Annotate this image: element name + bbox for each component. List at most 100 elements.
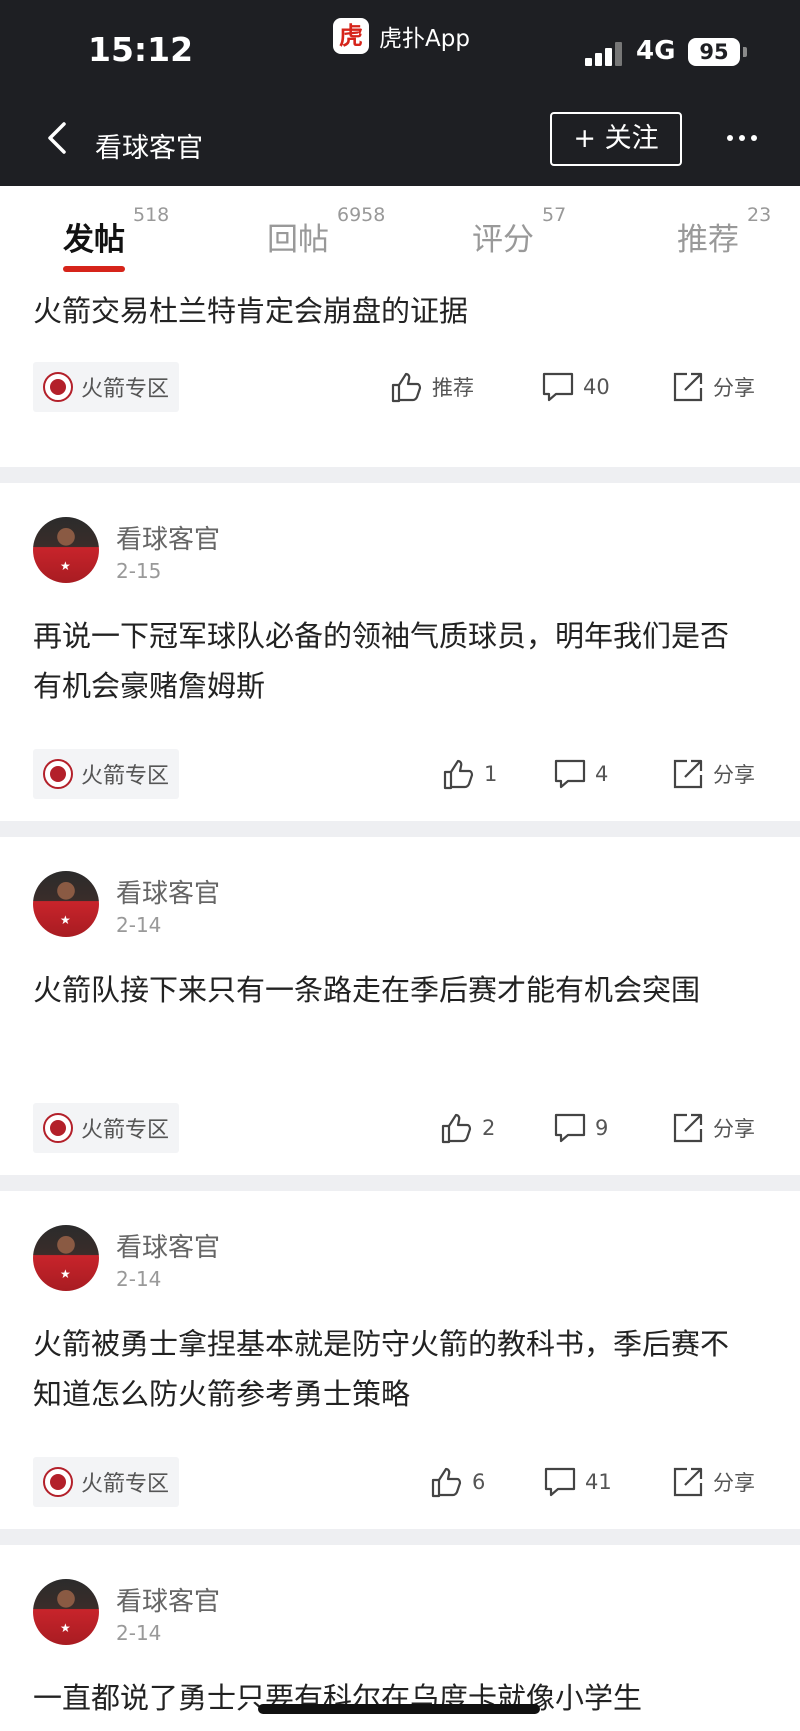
status-time: 15:12 <box>88 30 194 69</box>
share-icon <box>673 1113 703 1143</box>
thumb-up-icon <box>391 372 422 403</box>
like-count: 1 <box>484 762 498 786</box>
share-button[interactable]: 分享 <box>671 1465 755 1499</box>
tab-label: 推荐 <box>677 222 739 258</box>
zone-tag[interactable]: 火箭专区 <box>33 1457 180 1507</box>
post-date: 2-14 <box>116 1267 162 1291</box>
post-date: 2-15 <box>116 559 162 583</box>
rockets-logo-icon <box>43 759 73 789</box>
post-card[interactable]: ★ 看球客官 2-14 火箭队接下来只有一条路走在季后赛才能有机会突围 火箭专区… <box>0 837 800 1175</box>
tab-ratings[interactable]: 评分 57 <box>472 204 566 259</box>
zone-label: 火箭专区 <box>81 1472 170 1497</box>
like-count: 2 <box>482 1116 496 1140</box>
thumb-up-icon <box>443 759 474 790</box>
share-icon <box>673 1467 703 1497</box>
share-button[interactable]: 分享 <box>671 370 755 404</box>
zone-label: 火箭专区 <box>81 764 170 789</box>
share-label: 分享 <box>713 1471 755 1495</box>
comment-icon <box>544 1467 576 1497</box>
post-title[interactable]: 火箭交易杜兰特肯定会崩盘的证据 <box>33 286 753 336</box>
post-card[interactable]: 火箭交易杜兰特肯定会崩盘的证据 火箭专区 推荐 40 分享 <box>0 276 800 450</box>
avatar[interactable]: ★ <box>33 871 99 937</box>
avatar[interactable]: ★ <box>33 1225 99 1291</box>
post-card[interactable]: ★ 看球客官 2-15 再说一下冠军球队必备的领袖气质球员，明年我们是否有机会豪… <box>0 483 800 821</box>
zone-tag[interactable]: 火箭专区 <box>33 362 180 412</box>
comment-icon <box>554 759 586 789</box>
tab-count: 57 <box>542 204 567 226</box>
post-title[interactable]: 火箭被勇士拿捏基本就是防守火箭的教科书，季后赛不知道怎么防火箭参考勇士策略 <box>33 1319 753 1419</box>
tab-label: 发帖 <box>63 222 125 258</box>
post-footer: 火箭专区 1 4 分享 <box>0 749 800 799</box>
network-type: 4G <box>636 36 676 66</box>
tab-count: 6958 <box>337 204 386 226</box>
post-divider <box>0 821 800 837</box>
like-count: 6 <box>472 1470 486 1494</box>
zone-tag[interactable]: 火箭专区 <box>33 749 180 799</box>
app-name: 虎扑App <box>379 26 470 52</box>
signal-icon <box>585 42 625 66</box>
recommend-button[interactable]: 推荐 <box>390 370 474 404</box>
post-title[interactable]: 火箭队接下来只有一条路走在季后赛才能有机会突围 <box>33 965 753 1015</box>
app-badge[interactable]: 虎 虎扑App <box>333 18 470 54</box>
comment-button[interactable]: 41 <box>543 1465 612 1499</box>
back-arrow-icon[interactable] <box>40 118 80 158</box>
comment-icon <box>554 1113 586 1143</box>
share-button[interactable]: 分享 <box>671 1111 755 1145</box>
thumb-up-icon <box>431 1467 462 1498</box>
rockets-logo-icon <box>43 1467 73 1497</box>
comment-button[interactable]: 40 <box>541 370 610 404</box>
zone-tag[interactable]: 火箭专区 <box>33 1103 180 1153</box>
thumb-up-icon <box>441 1113 472 1144</box>
tab-posts[interactable]: 发帖 518 <box>63 204 169 259</box>
home-indicator[interactable] <box>258 1704 540 1714</box>
post-divider <box>0 1529 800 1545</box>
post-date: 2-14 <box>116 913 162 937</box>
author-name: 看球客官 <box>116 879 221 909</box>
post-divider <box>0 1175 800 1191</box>
comment-count: 4 <box>595 762 609 786</box>
share-icon <box>673 372 703 402</box>
avatar[interactable]: ★ <box>33 1579 99 1645</box>
author-name: 看球客官 <box>116 525 221 555</box>
battery-tip <box>743 47 747 57</box>
header: 15:12 虎 虎扑App 4G 95 看球客官 + 关注 <box>0 0 800 186</box>
like-button[interactable]: 2 <box>440 1111 495 1145</box>
author-name: 看球客官 <box>116 1587 221 1617</box>
post-title[interactable]: 再说一下冠军球队必备的领袖气质球员，明年我们是否有机会豪赌詹姆斯 <box>33 611 753 711</box>
tab-recommend[interactable]: 推荐 23 <box>677 204 771 259</box>
post-footer: 火箭专区 2 9 分享 <box>0 1103 800 1153</box>
post-date: 2-14 <box>116 1621 162 1645</box>
tab-label: 回帖 <box>267 222 329 258</box>
battery-icon: 95 <box>688 38 740 66</box>
post-card[interactable]: ★ 看球客官 2-14 火箭被勇士拿捏基本就是防守火箭的教科书，季后赛不知道怎么… <box>0 1191 800 1529</box>
post-footer: 火箭专区 推荐 40 分享 <box>0 362 800 412</box>
avatar[interactable]: ★ <box>33 517 99 583</box>
status-bar: 15:12 虎 虎扑App 4G 95 <box>0 0 800 100</box>
author-name: 看球客官 <box>116 1233 221 1263</box>
page-title: 看球客官 <box>95 133 203 164</box>
recommend-label: 推荐 <box>432 376 474 400</box>
tab-replies[interactable]: 回帖 6958 <box>267 204 385 259</box>
comment-button[interactable]: 4 <box>553 757 608 791</box>
tab-bar: 发帖 518 回帖 6958 评分 57 推荐 23 <box>0 186 800 276</box>
share-button[interactable]: 分享 <box>671 757 755 791</box>
rockets-logo-icon <box>43 1113 73 1143</box>
more-icon[interactable] <box>722 118 762 158</box>
like-button[interactable]: 6 <box>430 1465 485 1499</box>
share-label: 分享 <box>713 376 755 400</box>
post-footer: 火箭专区 6 41 分享 <box>0 1457 800 1507</box>
rockets-logo-icon <box>43 372 73 402</box>
comment-icon <box>542 372 574 402</box>
comment-count: 41 <box>585 1470 612 1494</box>
like-button[interactable]: 1 <box>442 757 497 791</box>
comment-count: 40 <box>583 375 610 399</box>
post-divider <box>0 467 800 483</box>
tab-count: 518 <box>133 204 170 226</box>
share-icon <box>673 759 703 789</box>
comment-count: 9 <box>595 1116 609 1140</box>
follow-button[interactable]: + 关注 <box>550 112 682 166</box>
comment-button[interactable]: 9 <box>553 1111 608 1145</box>
zone-label: 火箭专区 <box>81 1118 170 1143</box>
nav-bar: 看球客官 + 关注 <box>0 100 800 186</box>
post-title[interactable]: 一直都说了勇士只要有科尔在乌度卡就像小学生 <box>33 1673 753 1723</box>
